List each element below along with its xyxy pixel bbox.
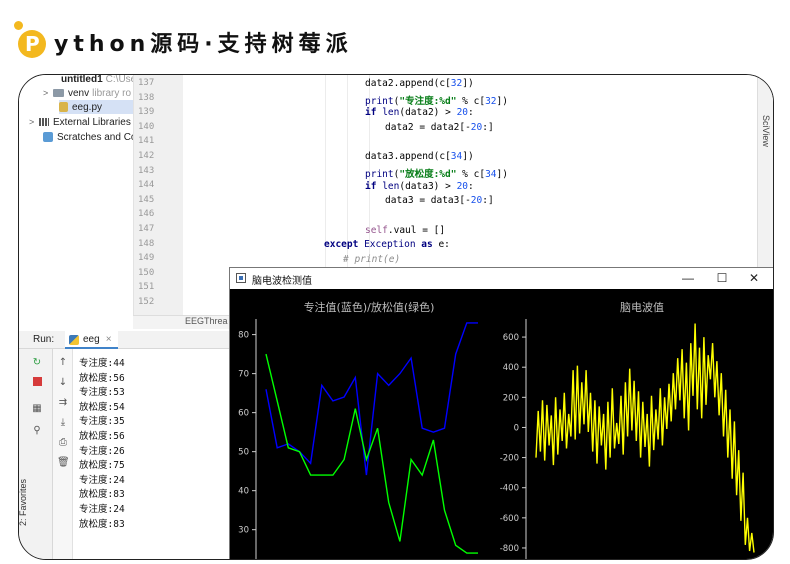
window-title: 脑电波检测值	[252, 276, 312, 287]
line-number: 137	[138, 78, 155, 88]
run-label: Run:	[33, 334, 55, 345]
y-tick-label: -200	[500, 454, 519, 464]
line-number: 152	[138, 297, 155, 307]
python-file-icon	[59, 102, 68, 112]
y-tick-label: -400	[500, 484, 519, 494]
output-line: 专注度:24	[79, 503, 125, 515]
line-number-gutter: 137 138 139 140 141 142 143 144 145 146 147 148 149 1…	[133, 75, 183, 325]
run-left-toolbar: ↻ ▦ ⚲ 2: Favorites Structure	[19, 349, 53, 559]
y-tick-label: -600	[500, 514, 519, 524]
y-tick-label: 50	[238, 448, 249, 458]
run-output: 专注度:44 放松度:56 专注度:53 放松度:54 专注度:35 放松度:56 专注度:…	[79, 355, 229, 555]
ide-screenshot: untitled1 C:\Use > venv library ro eeg.py …	[18, 74, 774, 560]
tree-item-external-libraries[interactable]: > External Libraries	[29, 115, 131, 129]
tree-root[interactable]: untitled1 C:\Use	[61, 75, 136, 86]
line-number: 151	[138, 282, 155, 293]
print-icon[interactable]: ⎙	[57, 437, 69, 449]
project-tree: untitled1 C:\Use > venv library ro eeg.py …	[19, 75, 137, 325]
scratches-icon	[43, 132, 53, 142]
y-tick-label: 600	[503, 333, 519, 343]
run-tab-eeg[interactable]: eeg ×	[65, 331, 118, 349]
tree-item-eeg-py[interactable]: eeg.py	[59, 100, 133, 114]
output-line: 专注度:24	[79, 474, 125, 486]
y-tick-label: 40	[238, 487, 249, 497]
output-line: 专注度:53	[79, 387, 125, 399]
run-header: Run: eeg ×	[19, 331, 229, 349]
arrow-down-icon[interactable]: ↓	[57, 377, 69, 389]
run-output-toolbar: ↑ ↓ ⇉ ⤓ ⎙ 🗑	[53, 349, 73, 559]
soft-wrap-icon[interactable]: ⇉	[57, 397, 69, 409]
python-logo-icon: P	[14, 21, 48, 58]
line-number: 147	[138, 224, 155, 234]
output-line: 专注度:26	[79, 445, 125, 457]
app-icon	[236, 273, 246, 283]
banner-title: ython源码·支持树莓派	[54, 32, 353, 57]
line-number: 149	[138, 253, 155, 264]
minimize-button[interactable]: —	[673, 270, 703, 286]
line-number: 143	[138, 165, 155, 176]
close-icon[interactable]: ×	[106, 334, 112, 345]
line-number: 145	[138, 194, 155, 205]
python-icon	[69, 335, 79, 345]
line-number: 146	[138, 209, 155, 220]
y-tick-label: 400	[503, 363, 519, 373]
line-number: 148	[138, 238, 155, 249]
output-line: 放松度:75	[79, 460, 125, 472]
line-number: 142	[138, 151, 155, 161]
structure-side-tab[interactable]: Structure	[19, 549, 28, 559]
window-titlebar[interactable]: 脑电波检测值 — ☐ ✕	[230, 268, 773, 289]
banner: P ython源码·支持树莓派	[14, 21, 353, 62]
y-tick-label: 200	[503, 393, 519, 403]
line-number: 138	[138, 92, 155, 103]
output-line: 专注度:44	[79, 358, 125, 369]
maximize-button[interactable]: ☐	[707, 270, 737, 286]
chevron-right-icon[interactable]: >	[43, 88, 53, 98]
series-line-0	[535, 323, 755, 553]
chevron-right-icon[interactable]: >	[29, 117, 39, 127]
line-number: 144	[138, 180, 155, 191]
series-line-1	[265, 353, 478, 554]
plot-window[interactable]: 脑电波检测值 — ☐ ✕ 专注值(蓝色)/放松值(绿色) 30 40 50 60 70 80…	[229, 267, 773, 559]
line-number: 141	[138, 136, 155, 147]
output-line: 放松度:54	[79, 401, 125, 413]
y-tick-label: 80	[238, 331, 249, 341]
line-number: 139	[138, 107, 155, 118]
y-tick-label: 0	[514, 423, 519, 433]
output-line: 放松度:83	[79, 518, 125, 530]
pin-icon[interactable]: ⚲	[31, 425, 43, 437]
chart-title: 专注值(蓝色)/放松值(绿色)	[304, 300, 435, 314]
output-line: 放松度:56	[79, 430, 125, 442]
trash-icon[interactable]: 🗑	[57, 457, 70, 469]
line-number: 150	[138, 267, 155, 278]
arrow-up-icon[interactable]: ↑	[57, 357, 69, 369]
sciview-tab[interactable]: SciView	[761, 115, 771, 147]
libraries-icon	[39, 118, 49, 126]
plots-canvas: 专注值(蓝色)/放松值(绿色) 30 40 50 60 70 80 脑电波值 600 400 200…	[238, 300, 755, 559]
y-tick-label: 30	[238, 526, 249, 536]
close-button[interactable]: ✕	[739, 270, 769, 286]
output-line: 专注度:35	[79, 416, 125, 428]
layout-icon[interactable]: ▦	[31, 403, 43, 415]
y-tick-label: 70	[238, 370, 249, 380]
line-number: 140	[138, 121, 155, 132]
y-tick-label: -800	[500, 544, 519, 554]
tree-item-scratches[interactable]: Scratches and Co	[43, 130, 137, 144]
favorites-side-tab[interactable]: 2: Favorites	[19, 479, 28, 526]
tree-item-venv[interactable]: > venv library ro	[43, 86, 131, 100]
scroll-to-end-icon[interactable]: ⤓	[57, 417, 69, 429]
rerun-icon[interactable]: ↻	[31, 357, 43, 369]
series-line-0	[265, 322, 478, 476]
y-tick-label: 60	[238, 409, 249, 419]
stop-icon[interactable]	[31, 377, 43, 389]
folder-icon	[53, 89, 64, 97]
output-line: 放松度:83	[79, 489, 125, 501]
output-line: 放松度:56	[79, 372, 125, 384]
chart-title: 脑电波值	[620, 301, 664, 314]
